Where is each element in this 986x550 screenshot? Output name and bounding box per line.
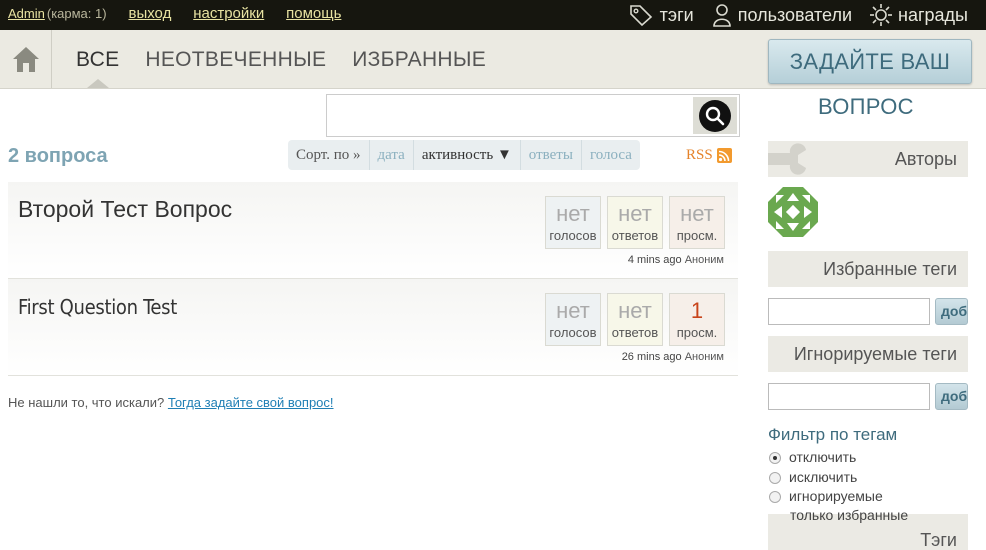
tags-title: Тэги — [920, 530, 957, 550]
sort-activity[interactable]: активность ▼ — [412, 140, 520, 170]
ignored-tag-input[interactable] — [768, 383, 930, 410]
home-button[interactable] — [0, 30, 52, 88]
question-meta: 4 mins ago Аноним — [628, 254, 724, 266]
tab-favorite[interactable]: ИЗБРАННЫЕ — [352, 48, 486, 72]
question-title[interactable]: Второй Тест Вопрос — [18, 196, 232, 223]
nav-tags-label: тэги — [659, 4, 694, 25]
settings-link[interactable]: настройки — [193, 5, 264, 22]
tab-unanswered[interactable]: НЕОТВЕЧЕННЫЕ — [145, 48, 326, 72]
tab-all[interactable]: ВСЕ — [76, 48, 119, 72]
site-nav: тэги пользователи награды — [628, 3, 968, 27]
rss-icon — [716, 148, 732, 163]
nav-users-link[interactable]: пользователи — [712, 3, 852, 27]
filter-option-off[interactable]: отключить — [769, 449, 856, 466]
question-author[interactable]: Аноним — [685, 351, 724, 363]
filter-option-favorites-only[interactable]: только избранные — [790, 507, 908, 524]
filter-option-label: только избранные — [790, 507, 909, 523]
help-link[interactable]: помощь — [286, 5, 341, 22]
add-favorite-tag-button[interactable]: добавить — [935, 298, 968, 325]
votes-label: голосов — [549, 325, 597, 340]
favorite-tag-input[interactable] — [768, 298, 930, 325]
not-found-hint: Не нашли то, что искали? Тогда задайте с… — [8, 395, 334, 410]
votes-box: нет голосов — [545, 196, 601, 249]
votes-count: нет — [556, 201, 590, 226]
question-timestamp: 4 mins ago — [627, 254, 682, 266]
search-icon — [699, 99, 731, 132]
question-author[interactable]: Аноним — [685, 254, 724, 266]
question-timestamp: 26 mins ago — [621, 351, 682, 363]
avatar[interactable] — [768, 187, 818, 237]
views-count: нет — [680, 201, 714, 226]
authors-header: Авторы — [768, 141, 968, 177]
radio-icon — [769, 472, 781, 484]
karma-label: (карма: 1) — [46, 6, 107, 21]
filter-option-label: исключить — [789, 469, 858, 485]
sort-votes[interactable]: голоса — [580, 140, 640, 170]
filter-option-label: игнорируемые — [789, 488, 883, 504]
search-input[interactable] — [331, 99, 685, 132]
rss-link[interactable]: RSS — [686, 147, 732, 164]
question-title[interactable]: First Question Test — [18, 295, 177, 319]
answers-count: нет — [618, 201, 652, 226]
add-ignored-tag-button[interactable]: добавить — [935, 383, 968, 410]
badge-icon — [870, 4, 893, 26]
filter-option-exclude[interactable]: исключить — [769, 469, 857, 486]
rss-label: RSS — [686, 147, 713, 163]
favorite-tags-header: Избранные теги — [768, 251, 968, 287]
user-icon — [712, 4, 731, 27]
votes-count: нет — [556, 298, 590, 323]
user-area: Admin (карма: 1) выход настройки помощь — [8, 5, 341, 22]
views-label: просм. — [676, 228, 718, 243]
logout-link[interactable]: выход — [128, 5, 171, 22]
home-icon — [12, 47, 39, 72]
ask-question-button-cont[interactable]: ВОПРОС — [818, 94, 914, 120]
ask-own-question-link[interactable]: Тогда задайте свой вопрос! — [168, 395, 334, 410]
search-box — [326, 94, 740, 137]
search-button[interactable] — [693, 97, 737, 134]
question-item: Второй Тест Вопрос нет голосов нет ответ… — [8, 182, 738, 279]
sort-label: Сорт. по » — [296, 147, 361, 163]
nav-badges-label: награды — [898, 4, 968, 25]
sort-answers[interactable]: ответы — [519, 140, 581, 170]
radio-icon — [769, 491, 781, 503]
nav-tags-link[interactable]: тэги — [628, 3, 694, 27]
question-count: 2 вопроса — [8, 145, 108, 167]
top-bar: Admin (карма: 1) выход настройки помощь т… — [0, 0, 986, 30]
authors-title: Авторы — [894, 149, 957, 169]
votes-label: голосов — [549, 228, 597, 243]
radio-selected-icon — [769, 452, 781, 464]
question-meta: 26 mins ago Аноним — [622, 351, 724, 363]
tag-filter-title: Фильтр по тегам — [768, 425, 898, 444]
votes-box: нет голосов — [545, 293, 601, 346]
tabs: ВСЕ НЕОТВЕЧЕННЫЕ ИЗБРАННЫЕ — [76, 48, 486, 72]
filter-option-label: отключить — [789, 449, 857, 465]
answers-count: нет — [618, 298, 652, 323]
nav-badges-link[interactable]: награды — [870, 3, 968, 27]
answers-label: ответов — [611, 228, 659, 243]
answers-box: нет ответов — [607, 196, 663, 249]
views-box: нет просм. — [669, 196, 725, 249]
ask-question-button[interactable]: ЗАДАЙТЕ ВАШ — [768, 39, 972, 84]
sort-bar: Сорт. по » дата активность ▼ ответы голо… — [288, 140, 640, 170]
wrench-icon — [768, 143, 806, 175]
sort-date[interactable]: дата — [368, 140, 413, 170]
username-link[interactable]: Admin — [8, 6, 45, 21]
views-label: просм. — [676, 325, 718, 340]
tag-icon — [629, 5, 652, 27]
answers-label: ответов — [611, 325, 659, 340]
question-item: First Question Test нет голосов нет отве… — [8, 279, 738, 376]
nav-users-label: пользователи — [737, 4, 853, 25]
active-tab-caret — [87, 79, 109, 88]
views-count: 1 — [690, 298, 704, 323]
question-stats: нет голосов нет ответов нет просм. — [545, 196, 725, 249]
answers-box: нет ответов — [607, 293, 663, 346]
ignored-tags-header: Игнорируемые теги — [768, 336, 968, 372]
question-stats: нет голосов нет ответов 1 просм. — [545, 293, 725, 346]
filter-option-ignored[interactable]: игнорируемые — [769, 488, 883, 505]
not-found-text: Не нашли то, что искали? — [8, 395, 165, 410]
views-box: 1 просм. — [669, 293, 725, 346]
